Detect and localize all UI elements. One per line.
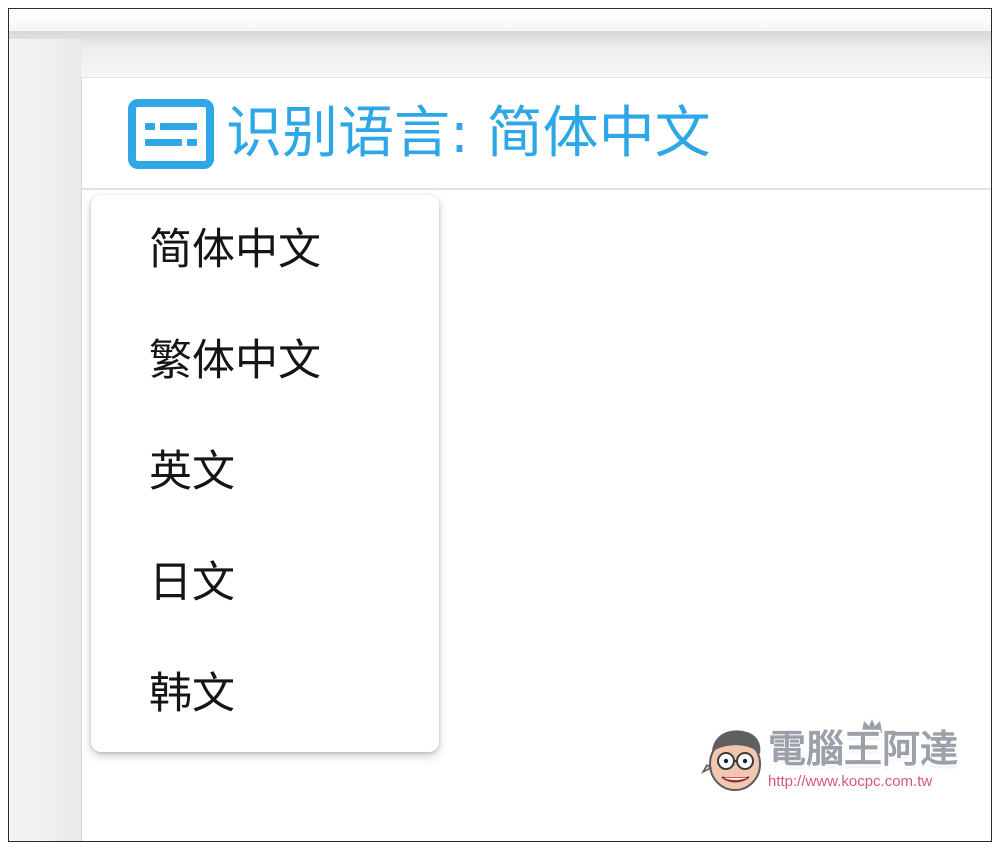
screenshot-frame: 识别语言: 简体中文 简体中文 繁体中文 英文 日文 韩文 電腦王阿達 http… — [8, 8, 992, 842]
top-window-shadow — [9, 31, 991, 77]
recognition-language-button[interactable]: 识别语言: 简体中文 — [126, 98, 711, 170]
language-dropdown-menu: 简体中文 繁体中文 英文 日文 韩文 — [91, 195, 439, 752]
kocpc-watermark: 電腦王阿達 http://www.kocpc.com.tw — [699, 717, 974, 797]
left-window-gutter — [9, 39, 81, 841]
recognition-language-label: 识别语言: 简体中文 — [226, 101, 711, 166]
menu-item-english[interactable]: 英文 — [91, 417, 439, 528]
subtitles-icon — [126, 98, 216, 170]
brand-name: 電腦王阿達 — [768, 727, 959, 771]
menu-item-korean[interactable]: 韩文 — [91, 639, 439, 750]
menu-item-japanese[interactable]: 日文 — [91, 528, 439, 639]
mascot-face-icon — [701, 730, 761, 791]
brand-wordmark: 電腦王阿達 http://www.kocpc.com.tw — [768, 717, 974, 797]
menu-item-traditional-chinese[interactable]: 繁体中文 — [91, 306, 439, 417]
menu-item-simplified-chinese[interactable]: 简体中文 — [91, 195, 439, 306]
brand-url: http://www.kocpc.com.tw — [768, 773, 933, 790]
recognition-header: 识别语言: 简体中文 — [82, 78, 991, 190]
